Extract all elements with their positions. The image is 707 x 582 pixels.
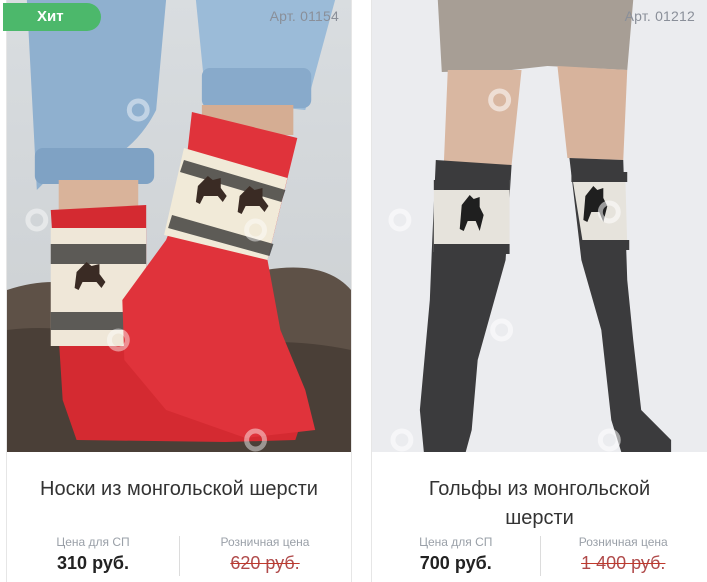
product-photo-socks[interactable]	[7, 0, 351, 452]
sp-price-column: Цена для СП 700 руб.	[372, 534, 540, 578]
product-grid: Хит Арт. 01154 Носки из монгольской шерс…	[0, 0, 707, 582]
product-photo-knee-socks[interactable]	[372, 0, 707, 452]
price-block: Цена для СП 700 руб. Розничная цена 1 40…	[372, 534, 707, 578]
sp-price-label: Цена для СП	[56, 535, 130, 549]
product-card[interactable]: Хит Арт. 01154 Носки из монгольской шерс…	[3, 0, 352, 582]
product-title[interactable]: Носки из монгольской шерсти	[7, 475, 351, 535]
sp-price-value: 700 руб.	[419, 553, 492, 573]
retail-price-label: Розничная цена	[220, 535, 310, 549]
socks-photo-image	[7, 0, 351, 452]
retail-price-value: 1 400 руб.	[581, 553, 666, 573]
sp-price-value: 310 руб.	[57, 553, 129, 573]
sp-price-label: Цена для СП	[419, 535, 493, 549]
hit-badge: Хит	[3, 3, 101, 31]
retail-price-value: 620 руб.	[230, 553, 300, 573]
sp-price-column: Цена для СП 310 руб.	[7, 534, 179, 578]
article-number: Арт. 01154	[269, 8, 339, 24]
knee-socks-photo-image	[372, 0, 707, 452]
product-title[interactable]: Гольфы из монгольской шерсти	[372, 475, 707, 535]
price-block: Цена для СП 310 руб. Розничная цена 620 …	[7, 534, 351, 578]
retail-price-label: Розничная цена	[578, 535, 668, 549]
retail-price-column: Розничная цена 620 руб.	[179, 534, 351, 578]
article-number: Арт. 01212	[624, 8, 695, 24]
product-card[interactable]: Арт. 01212 Гольфы из монгольской шерсти …	[371, 0, 707, 582]
retail-price-column: Розничная цена 1 400 руб.	[540, 534, 707, 578]
